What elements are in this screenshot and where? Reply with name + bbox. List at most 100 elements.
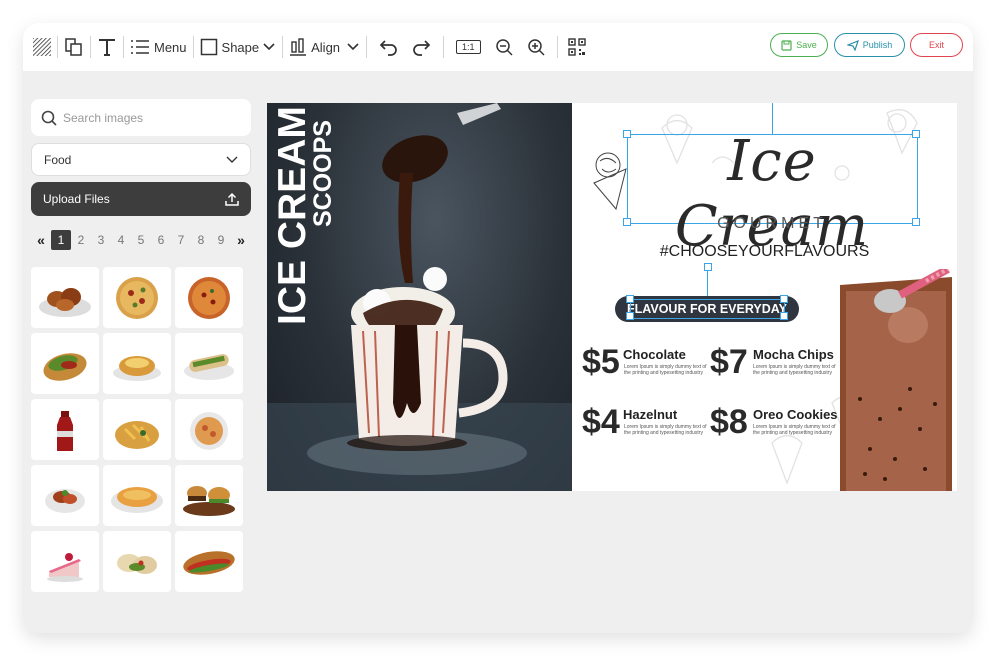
- text-icon: [99, 39, 115, 56]
- divider: [57, 36, 58, 58]
- thumb-omelette[interactable]: [103, 465, 171, 526]
- save-label: Save: [796, 40, 817, 50]
- editor-window: Menu Shape Align 1:1 Save Publish Exit S…: [23, 23, 973, 633]
- item-name: Hazelnut: [623, 407, 678, 422]
- vertical-title[interactable]: ICE CREAM: [271, 106, 314, 325]
- thumb-chicken-wings[interactable]: [31, 267, 99, 328]
- chevron-down-icon: [347, 43, 359, 51]
- divider: [282, 36, 284, 58]
- ice-cream-tub-image[interactable]: [840, 269, 952, 491]
- resize-handle[interactable]: [626, 295, 634, 303]
- item-name: Oreo Cookies: [753, 407, 838, 422]
- upload-label: Upload Files: [43, 192, 110, 206]
- thumb-taco[interactable]: [31, 333, 99, 394]
- divider: [556, 36, 558, 58]
- redo-button[interactable]: [411, 23, 431, 71]
- hashtag-text[interactable]: #CHOOSEYOURFLAVOURS: [572, 243, 957, 261]
- upload-files-button[interactable]: Upload Files: [31, 182, 251, 216]
- page-5[interactable]: 5: [131, 233, 151, 247]
- thumb-baked-potato[interactable]: [103, 333, 171, 394]
- zoom-out-icon: [495, 39, 513, 56]
- thumb-burgers[interactable]: [175, 465, 243, 526]
- pattern-tool-button[interactable]: [33, 23, 51, 71]
- resize-handle[interactable]: [623, 218, 631, 226]
- design-canvas[interactable]: ICE CREAM SCOOPS Ice Cream GOURMET #CHOO…: [267, 103, 957, 491]
- ice-cream-photo[interactable]: ICE CREAM SCOOPS: [267, 103, 572, 491]
- pagination-next[interactable]: »: [231, 232, 251, 248]
- category-select[interactable]: Food: [31, 143, 251, 176]
- publish-label: Publish: [862, 40, 893, 50]
- thumb-pizza-2[interactable]: [175, 267, 243, 328]
- page-8[interactable]: 8: [191, 233, 211, 247]
- item-description: Lorem Ipsum is simply dummy text of the …: [624, 364, 707, 376]
- thumb-cola-bottle[interactable]: [31, 399, 99, 460]
- search-placeholder: Search images: [63, 110, 144, 125]
- thumb-sub-sandwich[interactable]: [175, 531, 243, 592]
- page-7[interactable]: 7: [171, 233, 191, 247]
- qr-code-button[interactable]: [567, 23, 586, 71]
- resize-handle[interactable]: [623, 130, 631, 138]
- banner-rotate-connector: [707, 268, 708, 296]
- thumb-salad-plate[interactable]: [31, 465, 99, 526]
- save-button[interactable]: Save: [770, 33, 828, 57]
- layers-tool-button[interactable]: [64, 23, 84, 71]
- menu-button[interactable]: Menu: [130, 23, 187, 71]
- thumb-sandwich-wrap[interactable]: [175, 333, 243, 394]
- page-6[interactable]: 6: [151, 233, 171, 247]
- qr-code-icon: [567, 38, 586, 56]
- thumb-fries-bowl[interactable]: [103, 399, 171, 460]
- zoom-out-button[interactable]: [495, 23, 513, 71]
- resize-handle[interactable]: [912, 218, 920, 226]
- divider: [123, 36, 124, 58]
- selection-box-banner[interactable]: [630, 299, 785, 319]
- menu-panel: Ice Cream GOURMET #CHOOSEYOURFLAVOURS FL…: [572, 103, 957, 491]
- image-sidebar: Search images Food Upload Files « 1 2 3 …: [31, 99, 251, 592]
- page-9[interactable]: 9: [211, 233, 231, 247]
- redo-icon: [413, 40, 431, 56]
- image-grid: [31, 267, 243, 592]
- text-tool-button[interactable]: [97, 23, 117, 71]
- pattern-icon: [33, 38, 51, 56]
- zoom-reset-label: 1:1: [456, 40, 481, 54]
- search-input[interactable]: Search images: [31, 99, 251, 136]
- thumb-cake-slice[interactable]: [31, 531, 99, 592]
- search-icon: [41, 110, 57, 126]
- page-1[interactable]: 1: [51, 230, 71, 250]
- undo-button[interactable]: [379, 23, 399, 71]
- resize-handle[interactable]: [626, 312, 634, 320]
- page-3[interactable]: 3: [91, 233, 111, 247]
- menu-label: Menu: [154, 39, 187, 55]
- resize-handle[interactable]: [912, 130, 920, 138]
- list-icon: [131, 40, 149, 54]
- page-2[interactable]: 2: [71, 233, 91, 247]
- gourmet-label[interactable]: GOURMET: [632, 215, 912, 233]
- thumb-pasta-bowl[interactable]: [175, 399, 243, 460]
- thumb-pizza[interactable]: [103, 267, 171, 328]
- category-value: Food: [44, 152, 72, 167]
- floppy-disk-icon: [781, 39, 792, 51]
- item-name: Chocolate: [623, 347, 686, 362]
- zoom-reset-button[interactable]: 1:1: [456, 23, 481, 71]
- script-title[interactable]: Ice Cream: [632, 129, 912, 259]
- pagination-prev[interactable]: «: [31, 232, 51, 248]
- publish-button[interactable]: Publish: [834, 33, 905, 57]
- item-price: $8: [710, 403, 748, 441]
- resize-handle[interactable]: [780, 295, 788, 303]
- item-description: Lorem Ipsum is simply dummy text of the …: [753, 364, 836, 376]
- page-4[interactable]: 4: [111, 233, 131, 247]
- shape-dropdown[interactable]: Shape: [200, 23, 277, 71]
- exit-button[interactable]: Exit: [910, 33, 963, 57]
- align-dropdown[interactable]: Align: [289, 23, 360, 71]
- item-price: $4: [582, 403, 620, 441]
- vertical-subtitle[interactable]: SCOOPS: [309, 120, 337, 227]
- exit-label: Exit: [928, 40, 944, 50]
- resize-handle[interactable]: [780, 312, 788, 320]
- divider: [90, 36, 91, 58]
- zoom-in-button[interactable]: [527, 23, 545, 71]
- align-icon: [290, 38, 307, 56]
- thumb-wraps[interactable]: [103, 531, 171, 592]
- item-name: Mocha Chips: [753, 347, 834, 362]
- align-label: Align: [311, 39, 341, 55]
- shape-label: Shape: [221, 39, 260, 55]
- rotate-handle[interactable]: [704, 263, 712, 271]
